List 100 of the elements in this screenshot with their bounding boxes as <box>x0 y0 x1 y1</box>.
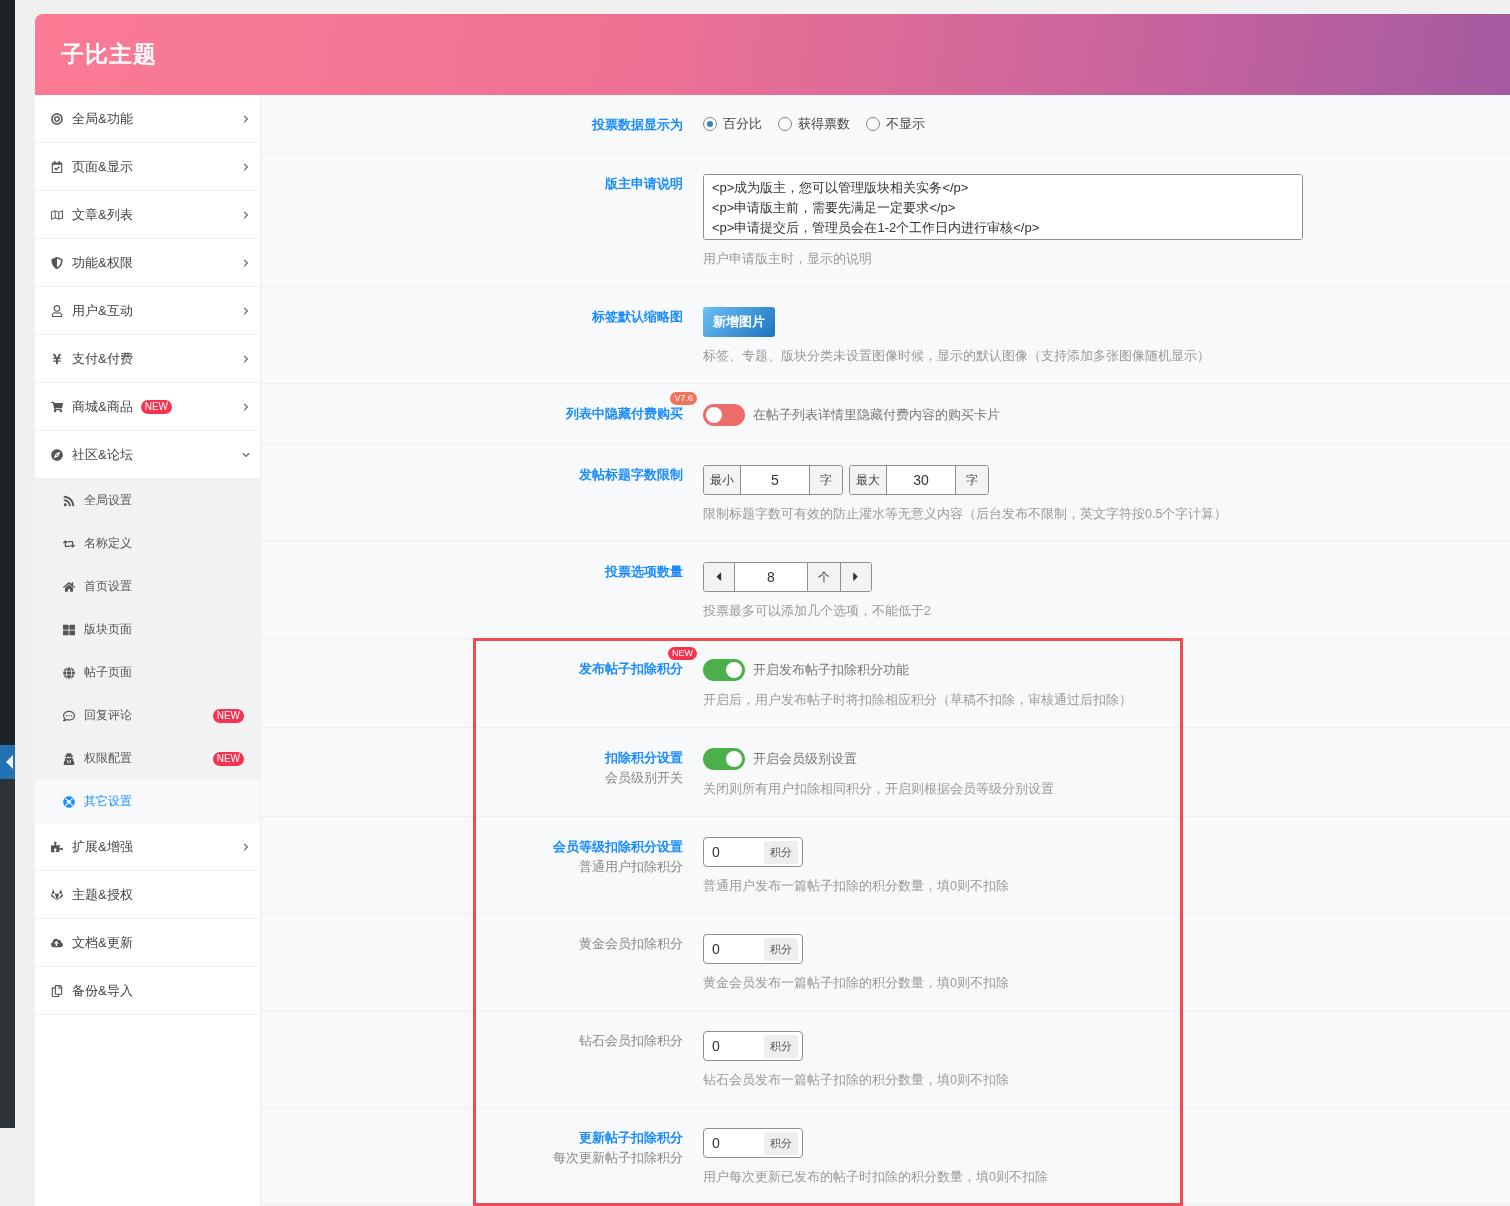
help-text: 用户每次更新已发布的帖子时扣除的积分数量，填0则不扣除 <box>703 1169 1048 1186</box>
calendar-icon <box>50 160 64 173</box>
field-suffix: 积分 <box>764 937 798 961</box>
field-prefix: 最小 <box>704 466 741 494</box>
sidebar-item-label: 页面&显示 <box>72 157 133 176</box>
submenu-item[interactable]: 帖子页面 <box>35 651 260 694</box>
setting-label: 标签默认缩略图 <box>592 308 683 326</box>
shield-icon <box>50 256 64 269</box>
submenu-item-label: 其它设置 <box>84 793 132 810</box>
sidebar-item[interactable]: 用户&互动 <box>35 287 260 335</box>
sidebar-item[interactable]: 商城&商品 NEW <box>35 383 260 431</box>
help-text: 用户申请版主时，显示的说明 <box>703 251 873 268</box>
field-suffix: 积分 <box>764 1131 798 1155</box>
field-suffix: 积分 <box>764 1034 798 1058</box>
target-icon <box>50 112 64 125</box>
submenu-item[interactable]: 回复评论 NEW <box>35 694 260 737</box>
radio-option[interactable]: 获得票数 <box>778 115 850 133</box>
sidebar-item[interactable]: 备份&导入 <box>35 967 260 1015</box>
toggle-label: 开启发布帖子扣除积分功能 <box>753 661 909 679</box>
number-stepper[interactable]: 8 个 <box>703 562 872 592</box>
radio-label: 百分比 <box>723 115 762 133</box>
submenu-item-label: 回复评论 <box>84 707 132 724</box>
decrement-button[interactable] <box>704 563 734 591</box>
new-badge: NEW <box>140 399 172 414</box>
setting-label: 发布帖子扣除积分 <box>579 660 683 678</box>
setting-label: 发帖标题字数限制 <box>579 466 683 484</box>
setting-label: 版主申请说明 <box>605 175 683 193</box>
sidebar-item[interactable]: 功能&权限 <box>35 239 260 287</box>
sidebar-item[interactable]: 支付&付费 <box>35 335 260 383</box>
max-length-field[interactable]: 最大 30 字 <box>849 465 989 495</box>
version-badge: NEW <box>668 647 697 660</box>
app-title: 子比主题 <box>61 40 157 69</box>
setting-label: 扣除积分设置 <box>605 749 683 767</box>
sidebar-item-label: 支付&付费 <box>72 349 133 368</box>
map-icon <box>50 208 64 221</box>
sidebar-item[interactable]: 全局&功能 <box>35 95 260 143</box>
setting-label: 投票数据显示为 <box>592 116 683 134</box>
sidebar-item-label: 备份&导入 <box>72 981 133 1000</box>
submenu-item[interactable]: 版块页面 <box>35 608 260 651</box>
sidebar-item-label: 文档&更新 <box>72 933 133 952</box>
toggle-label: 在帖子列表详情里隐藏付费内容的购买卡片 <box>753 406 1000 424</box>
submenu-item-label: 首页设置 <box>84 578 132 595</box>
sidebar-item-label: 商城&商品 <box>72 397 133 416</box>
field-prefix: 最大 <box>850 466 887 494</box>
sidebar-item[interactable]: 文档&更新 <box>35 919 260 967</box>
version-badge: V7.6 <box>670 392 697 405</box>
sidebar-item[interactable]: 页面&显示 <box>35 143 260 191</box>
sidebar-item-label: 社区&论坛 <box>72 445 133 464</box>
setting-sublabel: 会员级别开关 <box>605 769 683 787</box>
user-icon <box>50 304 64 317</box>
sidebar-item-label: 功能&权限 <box>72 253 133 272</box>
radio-option[interactable]: 百分比 <box>703 115 762 133</box>
points-field[interactable]: 0 积分 <box>703 934 803 964</box>
points-field[interactable]: 0 积分 <box>703 1128 803 1158</box>
submenu-item-label: 权限配置 <box>84 750 132 767</box>
life-ring-icon <box>62 795 76 808</box>
setting-label: 黄金会员扣除积分 <box>579 935 683 953</box>
setting-sublabel: 普通用户扣除积分 <box>579 858 683 876</box>
field-suffix: 字 <box>809 466 842 494</box>
setting-label: 会员等级扣除积分设置 <box>553 838 683 856</box>
sidebar-item[interactable]: 主题&授权 <box>35 871 260 919</box>
radio-label: 不显示 <box>886 115 925 133</box>
increment-button[interactable] <box>841 563 871 591</box>
radio-label: 获得票数 <box>798 115 850 133</box>
yen-icon <box>50 352 64 365</box>
radio-option[interactable]: 不显示 <box>866 115 925 133</box>
field-suffix: 个 <box>808 563 841 591</box>
submenu-item-label: 全局设置 <box>84 492 132 509</box>
new-badge: NEW <box>212 708 244 723</box>
text-area[interactable]: <p>成为版主，您可以管理版块相关实务</p> <p>申请版主前，需要先满足一定要求</p> <p>申请提交后，管理员会在1-2个工作日内进行审核</p> <box>703 174 1303 240</box>
new-badge: NEW <box>212 751 244 766</box>
repeat-icon <box>62 537 76 550</box>
points-field[interactable]: 0 积分 <box>703 837 803 867</box>
puzzle-icon <box>50 840 64 853</box>
sidebar-item[interactable]: 扩展&增强 <box>35 823 260 871</box>
submenu-item-label: 帖子页面 <box>84 664 132 681</box>
sidebar-item[interactable]: 文章&列表 <box>35 191 260 239</box>
copy-icon <box>50 984 64 997</box>
submenu-item-label: 名称定义 <box>84 535 132 552</box>
chat-icon <box>62 709 76 722</box>
field-suffix: 积分 <box>764 840 798 864</box>
sidebar-item-label: 主题&授权 <box>72 885 133 904</box>
submenu-item[interactable]: 权限配置 NEW <box>35 737 260 780</box>
submenu-item[interactable]: 首页设置 <box>35 565 260 608</box>
toggle-switch[interactable] <box>703 659 745 681</box>
figure-icon <box>62 752 76 765</box>
sidebar-item-label: 用户&互动 <box>72 301 133 320</box>
toggle-switch[interactable] <box>703 404 745 426</box>
help-text: 开启后，用户发布帖子时将扣除相应积分（草稿不扣除，审核通过后扣除） <box>703 692 1132 709</box>
submenu-item[interactable]: 名称定义 <box>35 522 260 565</box>
help-text: 限制标题字数可有效的防止灌水等无意义内容（后台发布不限制，英文字符按0.5个字计算） <box>703 506 1228 523</box>
field-suffix: 字 <box>955 466 988 494</box>
setting-label: 投票选项数量 <box>605 563 683 581</box>
compass-icon <box>50 448 64 461</box>
min-length-field[interactable]: 最小 5 字 <box>703 465 843 495</box>
points-field[interactable]: 0 积分 <box>703 1031 803 1061</box>
help-text: 关闭则所有用户扣除相同积分，开启则根据会员等级分别设置 <box>703 781 1054 798</box>
setting-sublabel: 每次更新帖子扣除积分 <box>553 1149 683 1167</box>
submenu-item[interactable]: 全局设置 <box>35 479 260 522</box>
toggle-switch[interactable] <box>703 748 745 770</box>
